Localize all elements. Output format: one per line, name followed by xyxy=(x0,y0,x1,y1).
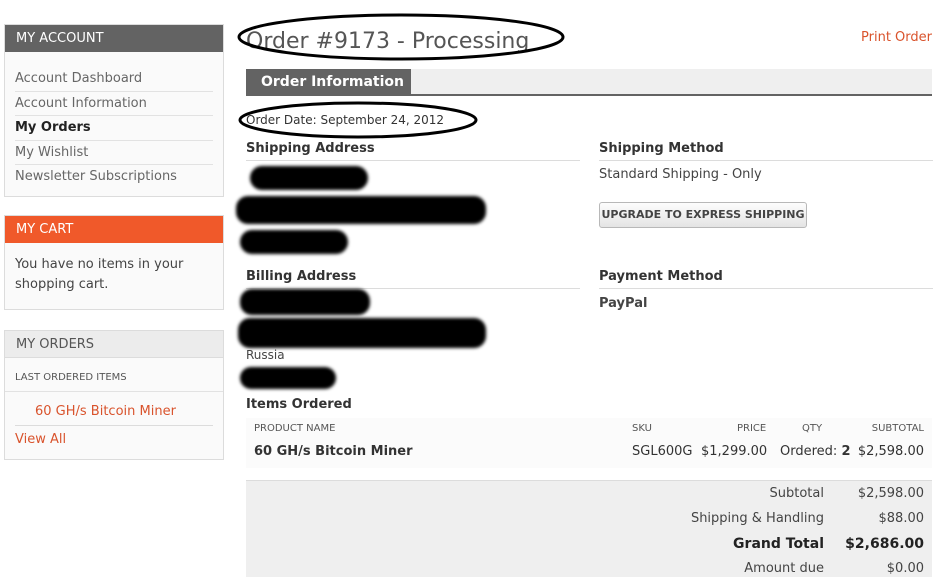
shipping-handling-label: Shipping & Handling xyxy=(690,511,824,526)
row-qty-value: 2 xyxy=(841,444,851,459)
items-table-header: PRODUCT NAME SKU PRICE QTY SUBTOTAL xyxy=(246,418,932,440)
nav-account-dashboard[interactable]: Account Dashboard xyxy=(15,67,213,92)
order-date: Order Date: September 24, 2012 xyxy=(246,113,445,127)
cart-empty-message: You have no items in your shopping cart. xyxy=(15,256,184,292)
header-qty: QTY xyxy=(802,423,823,434)
row-qty-label: Ordered: xyxy=(780,444,838,459)
redacted-shipping-line-3 xyxy=(240,230,348,254)
page-title: Order #9173 - Processing xyxy=(246,29,530,54)
header-sku: SKU xyxy=(632,423,652,434)
billing-country: Russia xyxy=(246,348,285,362)
last-ordered-items-label: LAST ORDERED ITEMS xyxy=(5,358,223,392)
redacted-shipping-line-2 xyxy=(236,196,486,224)
print-order-link[interactable]: Print Order xyxy=(861,30,932,45)
row-price: $1,299.00 xyxy=(701,444,768,459)
grand-total-value: $2,686.00 xyxy=(845,536,924,552)
shipping-method-title: Shipping Method xyxy=(599,141,933,161)
redacted-billing-line-3 xyxy=(240,367,336,389)
items-ordered-title: Items Ordered xyxy=(246,397,352,412)
redacted-billing-line-2 xyxy=(238,318,486,348)
redacted-shipping-line-1 xyxy=(250,166,368,190)
nav-account-information[interactable]: Account Information xyxy=(15,92,213,116)
row-qty: Ordered: 2 xyxy=(780,444,850,459)
billing-address-title: Billing Address xyxy=(246,269,580,289)
nav-newsletter-subscriptions[interactable]: Newsletter Subscriptions xyxy=(15,165,213,190)
my-orders-block: MY ORDERS LAST ORDERED ITEMS 60 GH/s Bit… xyxy=(4,329,224,460)
account-nav: Account Dashboard Account Information My… xyxy=(5,52,223,196)
view-all-link[interactable]: View All xyxy=(5,426,223,459)
my-account-title: MY ACCOUNT xyxy=(5,25,223,52)
shipping-handling-value: $88.00 xyxy=(878,511,925,526)
my-account-block: MY ACCOUNT Account Dashboard Account Inf… xyxy=(4,24,224,197)
payment-method-value: PayPal xyxy=(599,296,648,311)
order-totals: Subtotal $2,598.00 Shipping & Handling $… xyxy=(246,480,932,577)
sidebar: MY ACCOUNT Account Dashboard Account Inf… xyxy=(4,24,224,480)
order-tabs: Order Information xyxy=(246,69,932,96)
table-row: 60 GH/s Bitcoin Miner SGL600G $1,299.00 … xyxy=(246,440,932,468)
nav-my-wishlist[interactable]: My Wishlist xyxy=(15,141,213,165)
items-table: PRODUCT NAME SKU PRICE QTY SUBTOTAL 60 G… xyxy=(246,418,932,468)
header-price: PRICE xyxy=(737,423,767,434)
my-orders-title: MY ORDERS xyxy=(5,330,223,358)
row-product-name: 60 GH/s Bitcoin Miner xyxy=(254,444,413,459)
subtotal-value: $2,598.00 xyxy=(857,486,924,501)
header-product-name: PRODUCT NAME xyxy=(254,423,336,434)
tab-order-information[interactable]: Order Information xyxy=(246,69,411,94)
amount-due-value: $0.00 xyxy=(886,561,924,576)
my-cart-title[interactable]: MY CART xyxy=(5,215,223,243)
upgrade-shipping-button[interactable]: UPGRADE TO EXPRESS SHIPPING xyxy=(599,202,807,228)
last-ordered-item-link[interactable]: 60 GH/s Bitcoin Miner xyxy=(15,392,213,426)
row-subtotal: $2,598.00 xyxy=(857,444,924,459)
shipping-method-value: Standard Shipping - Only xyxy=(599,167,762,182)
header-subtotal: SUBTOTAL xyxy=(871,423,924,434)
amount-due-label: Amount due xyxy=(744,561,824,576)
payment-method-title: Payment Method xyxy=(599,269,933,289)
redacted-billing-line-1 xyxy=(240,289,370,315)
grand-total-label: Grand Total xyxy=(733,536,824,552)
shipping-address-title: Shipping Address xyxy=(246,141,580,161)
my-cart-block: MY CART You have no items in your shoppi… xyxy=(4,214,224,310)
nav-my-orders: My Orders xyxy=(15,116,213,141)
subtotal-label: Subtotal xyxy=(769,486,824,501)
row-sku: SGL600G xyxy=(632,444,693,459)
